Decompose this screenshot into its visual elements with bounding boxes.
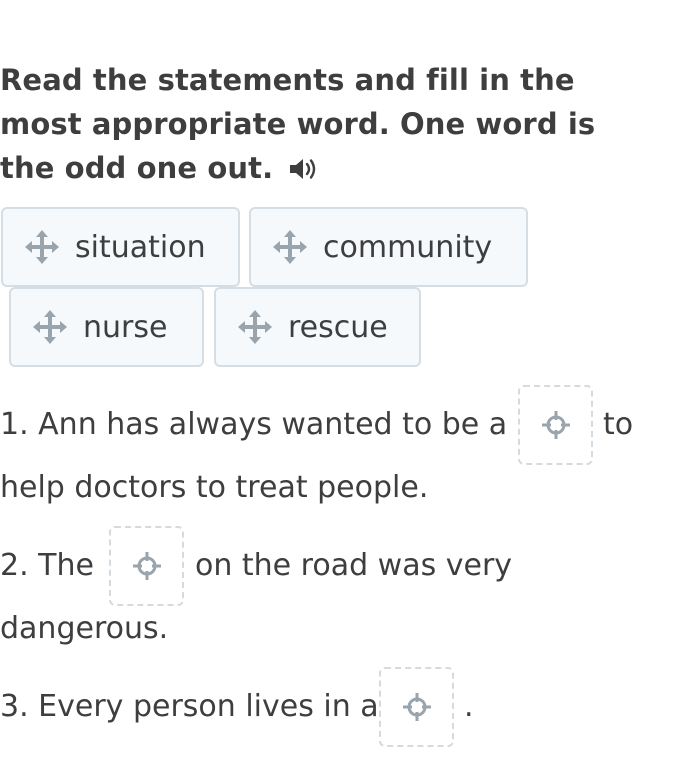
speaker-icon[interactable]	[287, 150, 319, 194]
word-chip-label: community	[323, 229, 493, 265]
move-arrows-icon	[33, 310, 67, 344]
sentence-2-dropzone[interactable]	[109, 526, 184, 606]
sentence-2-after: on the road was very	[195, 548, 513, 583]
sentence-3-dropzone[interactable]	[379, 667, 454, 747]
sentence-1-continuation: help doctors to treat people.	[0, 470, 429, 505]
word-chip-label: rescue	[288, 309, 388, 345]
sentence-1-before: 1. Ann has always wanted to be a	[0, 407, 508, 442]
sentence-2-continuation: dangerous.	[0, 611, 169, 646]
sentence-1-after: to	[603, 407, 634, 442]
word-chip-label: nurse	[83, 309, 168, 345]
word-chip-nurse[interactable]: nurse	[9, 287, 204, 367]
sentence-3-before: 3. Every person lives in a	[0, 689, 379, 724]
move-arrows-icon	[25, 230, 59, 264]
word-chip-community[interactable]: community	[249, 207, 528, 287]
instructions-heading: Read the statements and fill in the most…	[0, 58, 640, 194]
word-chip-situation[interactable]: situation	[1, 207, 240, 287]
crosshair-target-icon	[541, 411, 570, 439]
word-chip-rescue[interactable]: rescue	[214, 287, 421, 367]
move-arrows-icon	[238, 310, 272, 344]
move-arrows-icon	[273, 230, 307, 264]
sentence-3-after: .	[464, 689, 474, 724]
crosshair-target-icon	[132, 552, 161, 580]
sentence-2-before: 2. The	[0, 548, 94, 583]
crosshair-target-icon	[402, 693, 431, 721]
sentence-1-dropzone[interactable]	[518, 385, 593, 465]
word-chip-label: situation	[75, 229, 206, 265]
